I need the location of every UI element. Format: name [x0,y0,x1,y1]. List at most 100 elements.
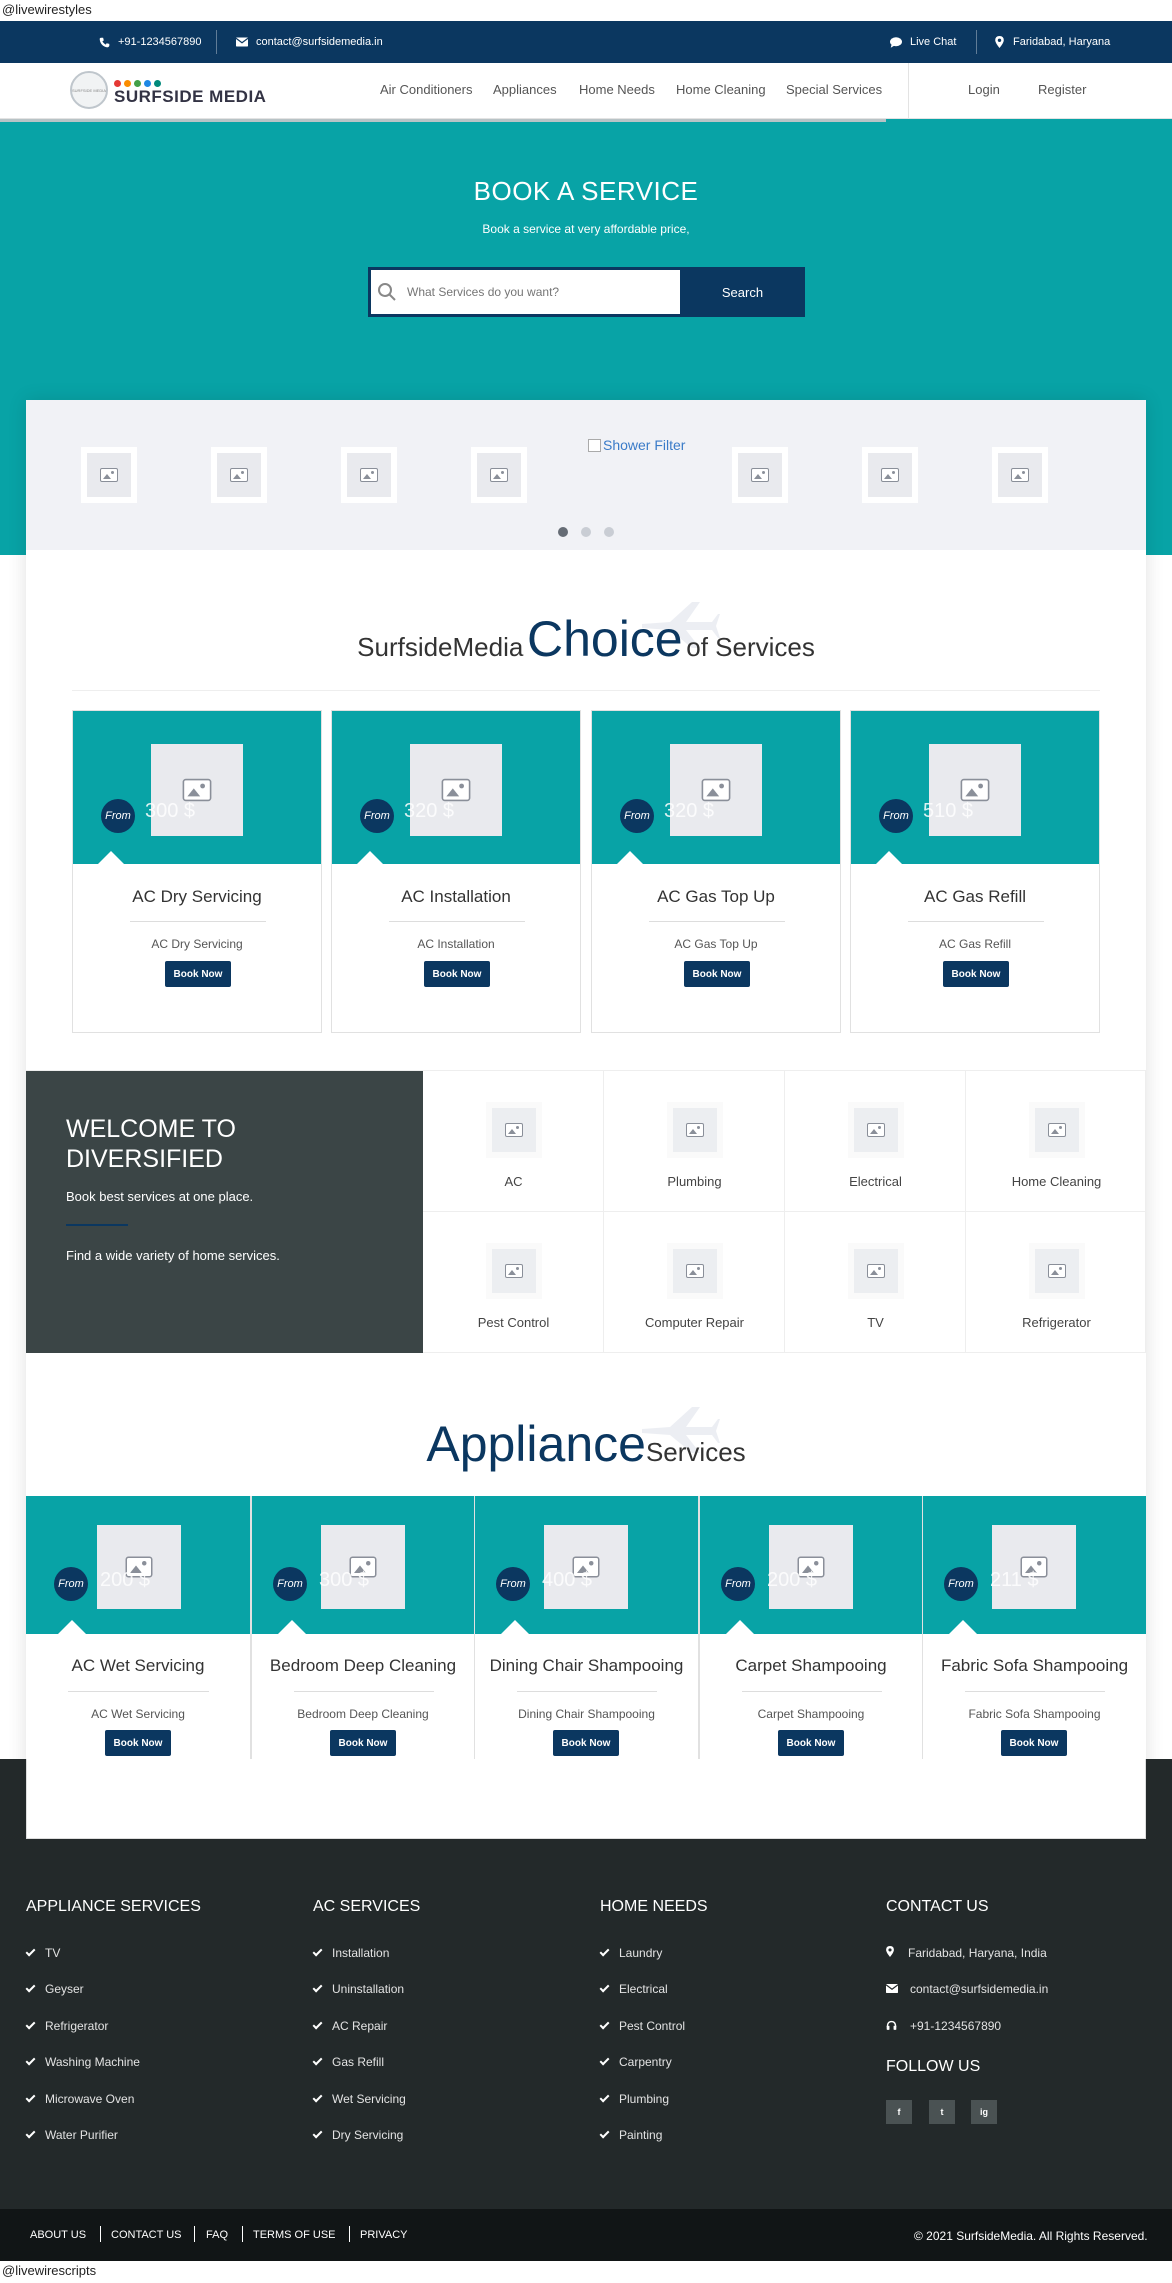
book-now-button[interactable]: Book Now [684,961,750,987]
book-now-button[interactable]: Book Now [943,961,1009,987]
site-logo[interactable]: SURFSIDE MEDIA SURFSIDE MEDIA [70,71,266,109]
category-refrigerator[interactable]: Refrigerator [966,1212,1146,1353]
service-card[interactable]: From 320 $ AC Installation AC Installati… [331,710,581,1033]
welcome-description: Find a wide variety of home services. [66,1248,280,1263]
footer-link[interactable]: Gas Refill [312,2055,384,2069]
footer-link-label: Painting [619,2128,663,2142]
card-price-value: 200 [100,1569,134,1591]
book-now-button[interactable]: Book Now [1001,1730,1067,1756]
footer-link[interactable]: Installation [312,1946,389,1960]
nav-air-conditioners[interactable]: Air Conditioners [380,82,473,97]
book-now-button[interactable]: Book Now [424,961,490,987]
category-tv[interactable]: TV [785,1212,966,1353]
slider-item[interactable] [341,447,397,503]
footer-link[interactable]: AC Repair [312,2019,388,2033]
service-card[interactable]: From 211 $ Fabric Sofa Shampooing Fabric… [923,1496,1146,1803]
footer-link[interactable]: Painting [599,2128,663,2142]
category-home-cleaning[interactable]: Home Cleaning [966,1071,1146,1212]
choice-heading: SurfsideMedia Choice of Services [26,610,1146,668]
facebook-icon[interactable]: f [886,2100,912,2124]
slider-item[interactable] [471,447,527,503]
footer-link[interactable]: Pest Control [599,2019,685,2033]
search-input[interactable] [407,285,677,299]
footer-link[interactable]: Geyser [25,1982,84,1996]
image-placeholder-icon [505,1264,523,1278]
footer-link[interactable]: Uninstallation [312,1982,405,1996]
service-card[interactable]: From 400 $ Dining Chair Shampooing Dinin… [475,1496,699,1803]
service-card[interactable]: From 510 $ AC Gas Refill AC Gas Refill B… [850,710,1100,1033]
footer-link-label: AC Repair [332,2019,388,2033]
book-now-button[interactable]: Book Now [778,1730,844,1756]
category-pest-control[interactable]: Pest Control [423,1212,604,1353]
nav-home-needs[interactable]: Home Needs [579,82,655,97]
footer-link-label: Washing Machine [45,2055,140,2069]
nav-home-cleaning[interactable]: Home Cleaning [676,82,766,97]
card-price-value: 400 [542,1569,576,1591]
card-subtitle: AC Installation [417,937,495,951]
nav-appliances[interactable]: Appliances [493,82,557,97]
book-now-button[interactable]: Book Now [553,1730,619,1756]
topbar-email[interactable]: contact@surfsidemedia.in [236,21,383,63]
service-card[interactable]: From 200 $ AC Wet Servicing AC Wet Servi… [26,1496,251,1803]
footer-link[interactable]: Wet Servicing [312,2092,406,2106]
slider-item[interactable] [81,447,137,503]
book-now-button[interactable]: Book Now [165,961,231,987]
category-electrical[interactable]: Electrical [785,1071,966,1212]
card-title: AC Installation [401,887,511,906]
footer-phone[interactable]: +91-1234567890 [886,2019,1001,2033]
footer-terms-link[interactable]: TERMS OF USE [253,2229,336,2241]
footer-about-link[interactable]: ABOUT US [30,2229,86,2241]
slider-item-shower-filter[interactable]: Shower Filter [588,437,685,453]
map-marker-icon [993,36,1005,48]
search-button[interactable]: Search [680,267,805,317]
footer-link[interactable]: Dry Servicing [312,2128,403,2142]
live-chat-link[interactable]: Live Chat [890,21,956,63]
slider-item[interactable] [211,447,267,503]
footer-email[interactable]: contact@surfsidemedia.in [885,1982,1048,1996]
twitter-icon[interactable]: t [929,2100,955,2124]
footer-link[interactable]: Carpentry [599,2055,672,2069]
footer-contact-link[interactable]: CONTACT US [111,2229,182,2241]
footer-link[interactable]: Washing Machine [25,2055,140,2069]
footer-link-label: Electrical [619,1982,668,1996]
footer-link[interactable]: Microwave Oven [25,2092,134,2106]
card-image [992,1525,1076,1609]
footer-link-label: Uninstallation [332,1982,405,1996]
image-placeholder-icon [490,468,508,482]
instagram-icon[interactable]: ig [971,2100,997,2124]
footer-link[interactable]: Refrigerator [25,2019,108,2033]
slider-dot[interactable] [604,527,614,537]
footer-link[interactable]: Laundry [599,1946,662,1960]
slider-item[interactable] [992,447,1048,503]
register-link[interactable]: Register [1038,82,1086,97]
footer-privacy-link[interactable]: PRIVACY [360,2229,407,2241]
category-plumbing[interactable]: Plumbing [604,1071,785,1212]
service-card[interactable]: From 300 $ AC Dry Servicing AC Dry Servi… [72,710,322,1033]
topbar-location[interactable]: Faridabad, Haryana [993,21,1110,63]
category-computer-repair[interactable]: Computer Repair [604,1212,785,1353]
footer-link[interactable]: Electrical [599,1982,668,1996]
check-icon [25,2055,36,2066]
footer-link[interactable]: TV [25,1946,60,1960]
service-card[interactable]: From 320 $ AC Gas Top Up AC Gas Top Up B… [591,710,841,1033]
topbar-phone-text: +91-1234567890 [118,36,202,48]
check-icon [599,1946,610,1957]
login-link[interactable]: Login [968,82,1000,97]
slider-item[interactable] [732,447,788,503]
service-card[interactable]: From 200 $ Carpet Shampooing Carpet Sham… [699,1496,923,1803]
slider-dot[interactable] [558,527,568,537]
book-now-button[interactable]: Book Now [105,1730,171,1756]
footer-link[interactable]: Plumbing [599,2092,670,2106]
nav-special-services[interactable]: Special Services [786,82,882,97]
topbar-phone[interactable]: +91-1234567890 [98,21,202,63]
card-price-value: 320 [664,800,698,822]
slider-dot[interactable] [581,527,591,537]
slider-item[interactable] [862,447,918,503]
footer-link[interactable]: Water Purifier [25,2128,118,2142]
category-label: Electrical [849,1174,902,1189]
footer-link-label: Plumbing [619,2092,670,2106]
book-now-button[interactable]: Book Now [330,1730,396,1756]
category-ac[interactable]: AC [423,1071,604,1212]
footer-faq-link[interactable]: FAQ [206,2229,228,2241]
service-card[interactable]: From 300 $ Bedroom Deep Cleaning Bedroom… [251,1496,475,1803]
